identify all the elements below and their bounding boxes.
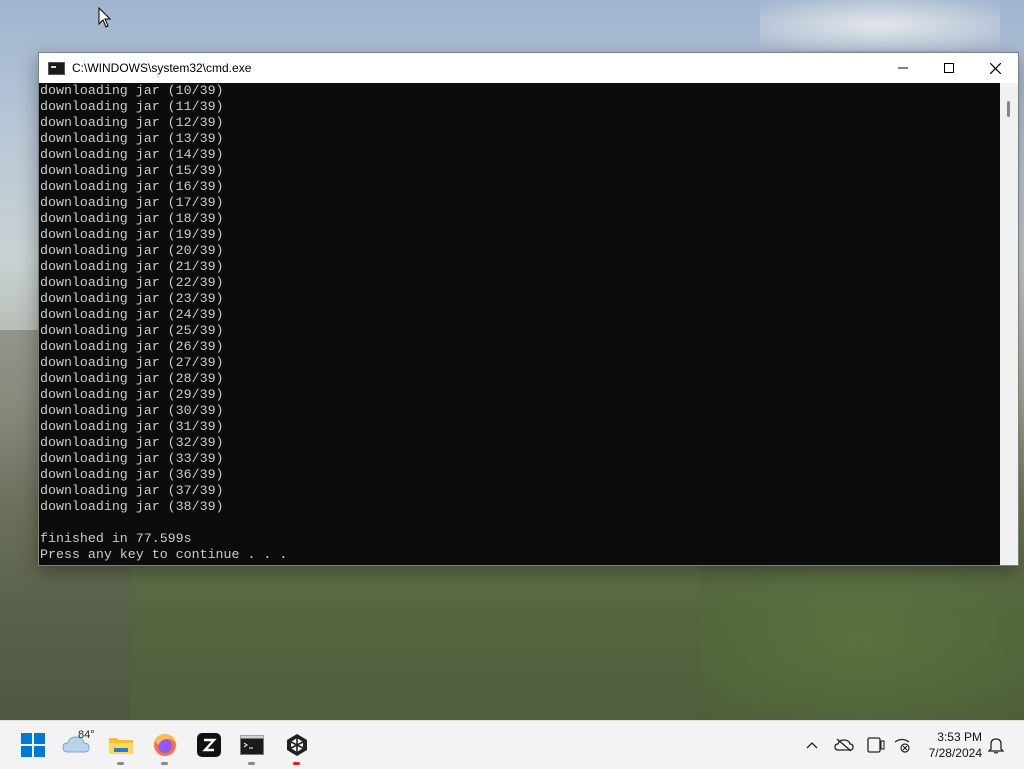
system-clock[interactable]: 3:53 PM 7/28/2024 (929, 729, 982, 761)
console-line: downloading jar (33/39) (40, 451, 224, 466)
console-line: downloading jar (30/39) (40, 403, 224, 418)
running-indicator (161, 762, 168, 765)
maximize-button[interactable] (926, 53, 972, 83)
terminal-icon (240, 735, 264, 755)
cmd-app-icon (48, 61, 65, 75)
window-title: C:\WINDOWS\system32\cmd.exe (72, 61, 252, 75)
console-line: downloading jar (36/39) (40, 467, 224, 482)
firefox-button[interactable] (149, 729, 181, 765)
console-line: downloading jar (32/39) (40, 435, 224, 450)
console-line: downloading jar (25/39) (40, 323, 224, 338)
unity-icon (287, 734, 307, 756)
clock-time: 3:53 PM (937, 730, 982, 744)
folder-icon (109, 738, 133, 754)
console-line: downloading jar (22/39) (40, 275, 224, 290)
console-line: downloading jar (10/39) (40, 83, 224, 98)
mouse-cursor-icon (98, 7, 112, 28)
cmd-window[interactable]: C:\WINDOWS\system32\cmd.exe downloading … (38, 52, 1019, 566)
console-line: downloading jar (15/39) (40, 163, 224, 178)
close-button[interactable] (972, 53, 1018, 83)
close-icon (989, 62, 1001, 74)
network-tray-button[interactable] (892, 735, 912, 755)
notifications-button[interactable] (986, 735, 1006, 755)
show-hidden-icons-button[interactable] (802, 735, 822, 755)
console-line: downloading jar (11/39) (40, 99, 224, 114)
device-tray-button[interactable] (866, 735, 886, 755)
console-line: downloading jar (37/39) (40, 483, 224, 498)
console-line: downloading jar (38/39) (40, 499, 224, 514)
console-line: downloading jar (19/39) (40, 227, 224, 242)
clock-date: 7/28/2024 (928, 746, 982, 760)
minimize-icon (898, 67, 908, 69)
running-indicator (117, 762, 124, 765)
console-line: downloading jar (31/39) (40, 419, 224, 434)
console-line: downloading jar (27/39) (40, 355, 224, 370)
unity-app-button[interactable] (281, 729, 313, 765)
wallpaper-cloud (760, 0, 1000, 50)
minimize-button[interactable] (880, 53, 926, 83)
windows-logo-icon (21, 733, 45, 757)
network-disconnected-icon (894, 738, 910, 753)
tablet-icon (867, 737, 885, 753)
wallpaper-grass (700, 560, 1024, 720)
console-line: downloading jar (12/39) (40, 115, 224, 130)
z-icon (197, 733, 221, 757)
firefox-icon (154, 734, 176, 756)
console-line: downloading jar (29/39) (40, 387, 224, 402)
file-explorer-button[interactable] (105, 729, 137, 765)
console-line: downloading jar (17/39) (40, 195, 224, 210)
console-line: downloading jar (24/39) (40, 307, 224, 322)
window-controls (880, 53, 1018, 83)
cloud-off-icon (834, 738, 854, 752)
vertical-scrollbar[interactable] (1000, 83, 1018, 565)
console-line: Press any key to continue . . . (40, 547, 288, 562)
console-line: finished in 77.599s (40, 531, 192, 546)
console-line: downloading jar (20/39) (40, 243, 224, 258)
running-indicator (293, 762, 300, 765)
chevron-up-icon (806, 742, 818, 749)
console-line: downloading jar (23/39) (40, 291, 224, 306)
console-line: downloading jar (28/39) (40, 371, 224, 386)
running-indicator (248, 762, 255, 765)
terminal-button[interactable] (236, 729, 268, 765)
bell-icon (988, 738, 1004, 754)
console-line: downloading jar (21/39) (40, 259, 224, 274)
weather-temperature: 84° (78, 729, 95, 741)
onedrive-tray-button[interactable] (834, 735, 854, 755)
console-line: downloading jar (16/39) (40, 179, 224, 194)
start-button[interactable] (17, 729, 49, 761)
console-output[interactable]: downloading jar (10/39) downloading jar (… (39, 83, 1000, 565)
maximize-icon (944, 63, 954, 73)
taskbar: 84° 3:53 PM 7/28/2024 (0, 720, 1024, 769)
z-app-button[interactable] (193, 729, 225, 761)
scrollbar-thumb[interactable] (1007, 101, 1010, 117)
console-line: downloading jar (26/39) (40, 339, 224, 354)
console-line: downloading jar (18/39) (40, 211, 224, 226)
console-line: downloading jar (13/39) (40, 131, 224, 146)
console-line: downloading jar (14/39) (40, 147, 224, 162)
title-bar[interactable]: C:\WINDOWS\system32\cmd.exe (39, 53, 1018, 83)
